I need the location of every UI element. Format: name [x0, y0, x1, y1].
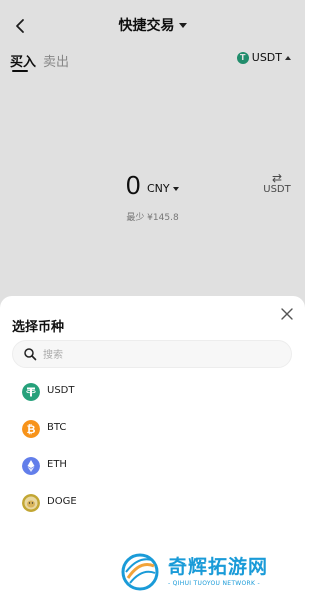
sheet-title: 选择币种: [12, 320, 65, 335]
coin-item-btc[interactable]: ₿ BTC: [0, 413, 305, 450]
coin-list: USDT ₿ BTC ETH DOGE: [0, 376, 305, 524]
coin-name: ETH: [47, 459, 67, 470]
dogecoin-icon: [22, 494, 40, 512]
coin-name: DOGE: [47, 496, 77, 507]
search-input[interactable]: [41, 344, 285, 366]
watermark-logo-icon: [121, 553, 159, 591]
search-icon: [24, 348, 37, 361]
coin-item-doge[interactable]: DOGE: [0, 487, 305, 524]
watermark-title: 奇辉拓游网: [168, 556, 269, 578]
watermark-subtitle: - QIHUI TUOYOU NETWORK -: [168, 580, 260, 587]
close-icon[interactable]: [279, 306, 295, 322]
svg-text:₿: ₿: [27, 423, 36, 436]
bitcoin-icon: ₿: [22, 420, 40, 438]
tether-icon: [22, 383, 40, 401]
watermark: 奇辉拓游网 - QIHUI TUOYOU NETWORK -: [116, 550, 302, 600]
search-box: [12, 340, 292, 368]
ethereum-icon: [22, 457, 40, 475]
quick-trade-screen: 快捷交易 买入 卖出 T USDT 0 CNY ⇄ USDT 最少 ¥145.8…: [0, 0, 305, 600]
coin-item-usdt[interactable]: USDT: [0, 376, 305, 413]
coin-item-eth[interactable]: ETH: [0, 450, 305, 487]
coin-name: USDT: [47, 385, 75, 396]
coin-name: BTC: [47, 422, 67, 433]
